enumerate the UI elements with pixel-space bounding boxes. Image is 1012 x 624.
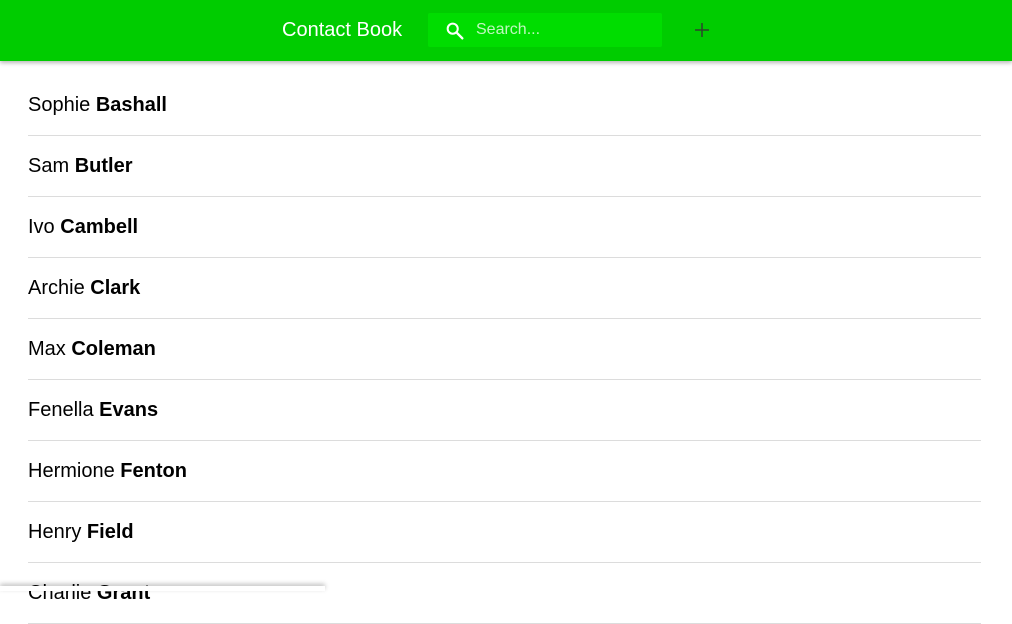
contact-last-name: Coleman bbox=[71, 338, 156, 360]
contact-list-item[interactable]: Sam Butler bbox=[28, 136, 981, 197]
contact-first-name: Hermione bbox=[28, 460, 115, 482]
app-bar: Contact Book bbox=[0, 0, 1012, 61]
contact-first-name: Henry bbox=[28, 521, 82, 543]
contact-list-item[interactable]: Hermione Fenton bbox=[28, 441, 981, 502]
contact-first-name: Archie bbox=[28, 277, 85, 299]
bottom-overlay-shadow bbox=[0, 586, 325, 591]
search-input[interactable] bbox=[476, 13, 656, 47]
contact-list-item[interactable]: Sophie Bashall bbox=[28, 75, 981, 136]
contact-first-name: Fenella bbox=[28, 399, 94, 421]
contact-last-name: Field bbox=[86, 521, 134, 543]
plus-icon bbox=[688, 23, 716, 47]
add-contact-button[interactable] bbox=[688, 16, 716, 44]
contact-last-name: Fenton bbox=[120, 460, 187, 482]
contact-last-name: Cambell bbox=[60, 216, 139, 238]
contact-list-item[interactable]: Fenella Evans bbox=[28, 380, 981, 441]
search-box[interactable] bbox=[428, 13, 662, 47]
contact-first-name: Ivo bbox=[28, 216, 55, 238]
contact-list-item[interactable]: Charlie Grant bbox=[28, 563, 981, 624]
search-icon bbox=[444, 20, 466, 42]
contact-last-name: Clark bbox=[90, 277, 141, 299]
contact-first-name: Sam bbox=[28, 155, 70, 177]
contact-list-item[interactable]: Max Coleman bbox=[28, 319, 981, 380]
contact-list: Sophie Bashall Sam Butler Ivo Cambell Archi… bbox=[28, 75, 981, 624]
contact-list-item[interactable]: Ivo Cambell bbox=[28, 197, 981, 258]
contact-first-name: Max bbox=[28, 338, 66, 360]
contact-last-name: Bashall bbox=[95, 94, 167, 116]
contact-list-item[interactable]: Henry Field bbox=[28, 502, 981, 563]
contact-list-item[interactable]: Archie Clark bbox=[28, 258, 981, 319]
page-title: Contact Book bbox=[282, 19, 403, 41]
contact-first-name: Sophie bbox=[28, 94, 91, 116]
contact-last-name: Butler bbox=[74, 155, 133, 177]
contact-last-name: Evans bbox=[99, 399, 159, 421]
